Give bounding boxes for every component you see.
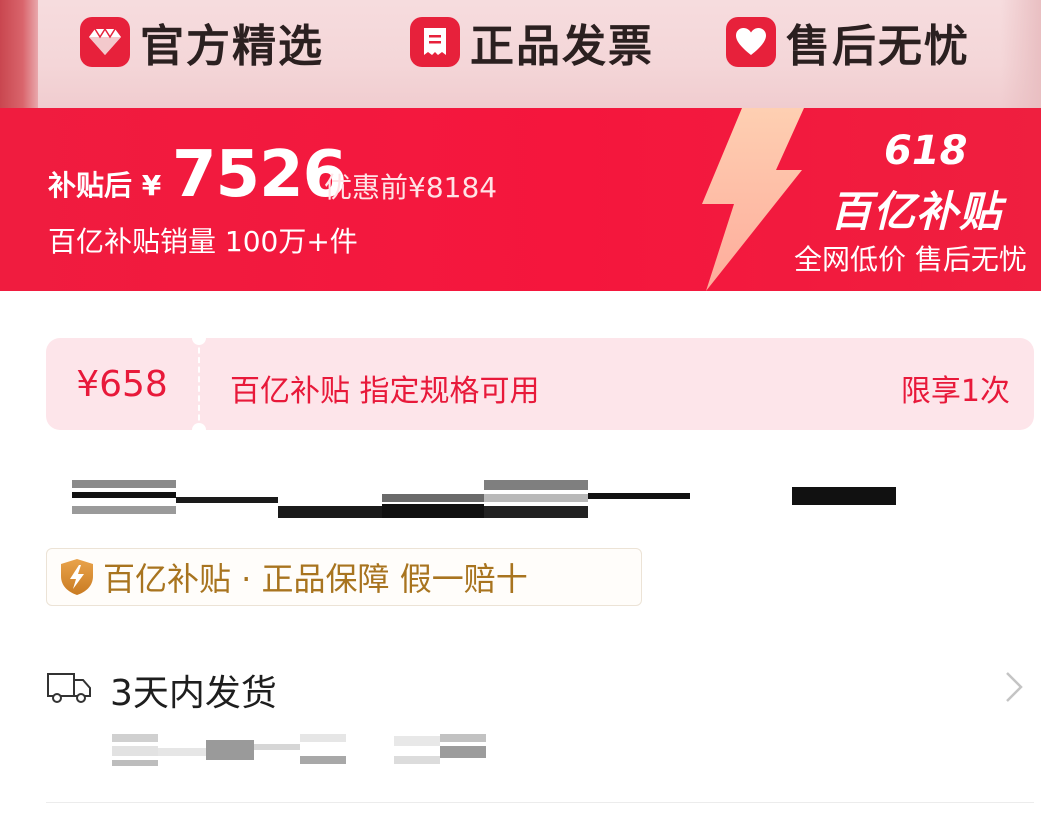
coupon-limit: 限享1次: [900, 374, 1010, 409]
coupon-amount: ¥658: [76, 363, 168, 405]
guarantee-label: 售后无忧: [786, 21, 970, 72]
coupon-card[interactable]: ¥658 百亿补贴 指定规格可用 限享1次: [46, 338, 1034, 430]
invoice-icon: [410, 17, 460, 67]
price-prefix: 补贴后 ¥: [48, 169, 162, 202]
guarantee-aftersales: 售后无忧: [726, 14, 970, 72]
chevron-right-icon[interactable]: [1004, 670, 1024, 704]
delivery-row[interactable]: 3天内发货: [46, 658, 1034, 718]
sales-volume: 百亿补贴销量 100万+件: [48, 225, 358, 258]
coupon-description: 百亿补贴 指定规格可用: [230, 374, 540, 409]
subsidized-price: 7526: [172, 138, 347, 212]
coupon-divider: [198, 338, 200, 430]
section-divider: [46, 802, 1034, 803]
diamond-icon: [80, 17, 130, 67]
guarantee-label: 正品发票: [470, 21, 654, 72]
lightning-bolt-icon: [702, 108, 804, 291]
strip-left-edge: [0, 0, 38, 108]
delivery-label: 3天内发货: [110, 673, 277, 714]
original-price: 优惠前¥8184: [324, 171, 498, 204]
truck-icon: [47, 673, 91, 703]
guarantee-label: 官方精选: [140, 21, 324, 72]
guarantee-strip: 官方精选 正品发票 售后无忧: [0, 0, 1041, 108]
heart-icon: [726, 17, 776, 67]
strip-right-edge: [1001, 0, 1041, 108]
guarantee-official: 官方精选: [80, 14, 324, 72]
subsidy-banner: 补贴后 ¥ 7526 优惠前¥8184 百亿补贴销量 100万+件 618 百亿…: [0, 108, 1041, 291]
event-number: 618: [884, 128, 968, 174]
event-title: 百亿补贴: [830, 187, 1003, 236]
subsidy-tag-text: 百亿补贴 · 正品保障 假一赔十: [103, 560, 528, 598]
shield-lightning-icon: [61, 559, 93, 595]
subsidy-guarantee-tag[interactable]: 百亿补贴 · 正品保障 假一赔十: [46, 548, 642, 606]
event-subtitle: 全网低价 售后无忧: [794, 243, 1027, 276]
guarantee-invoice: 正品发票: [410, 14, 654, 72]
coupon-notch-bottom: [192, 423, 206, 430]
